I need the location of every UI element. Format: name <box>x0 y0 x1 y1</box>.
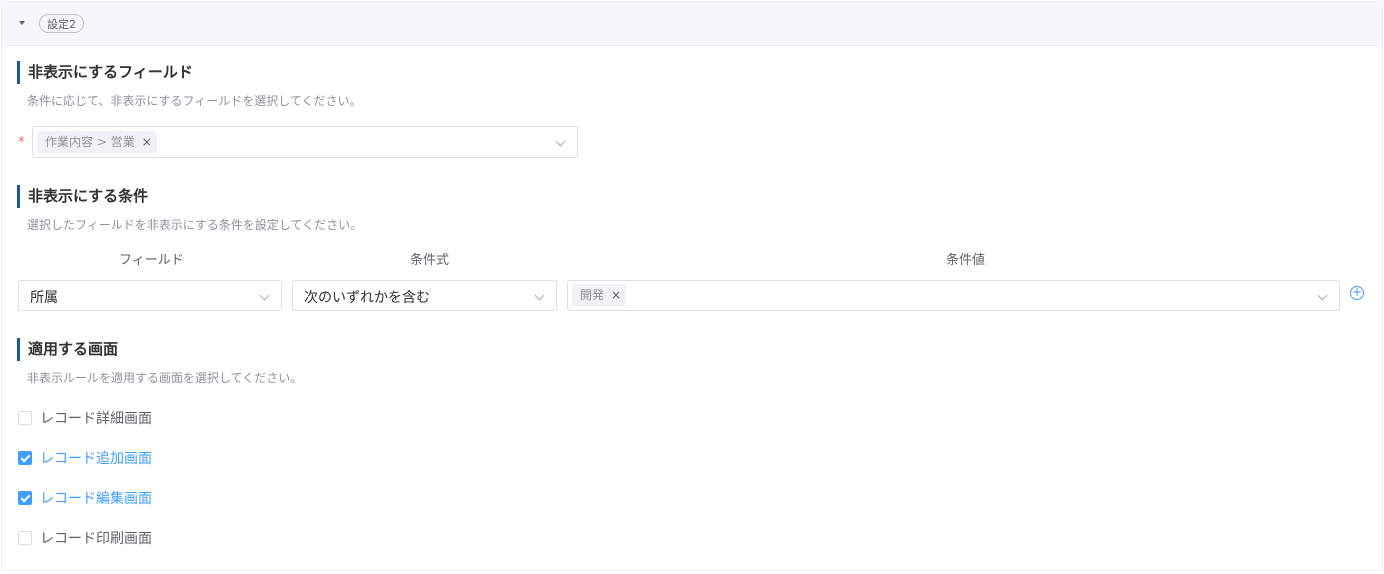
condition-operator-select[interactable]: 次のいずれかを含む <box>292 280 557 311</box>
conditions-title: 非表示にする条件 <box>17 185 148 208</box>
screens-title: 適用する画面 <box>17 338 118 361</box>
checkbox[interactable] <box>18 411 32 425</box>
add-condition-icon[interactable]: + <box>1350 286 1364 300</box>
conditions-description: 選択したフィールドを非表示にする条件を設定してください。 <box>27 218 363 232</box>
condition-operator-value: 次のいずれかを含む <box>304 290 430 306</box>
value-chip: 開発 × <box>572 284 627 306</box>
required-mark: * <box>18 135 25 150</box>
hidden-fields-select[interactable]: 作業内容 > 営業 × <box>32 126 578 158</box>
field-chip-label: 作業内容 > 営業 <box>45 135 135 149</box>
hidden-fields-description: 条件に応じて、非表示にするフィールドを選択してください。 <box>27 94 362 108</box>
checkbox[interactable] <box>18 531 32 545</box>
screens-description: 非表示ルールを適用する画面を選択してください。 <box>27 371 303 385</box>
screen-option-label[interactable]: レコード追加画面 <box>40 448 152 468</box>
column-label-field: フィールド <box>119 253 184 268</box>
chevron-down-icon[interactable] <box>534 290 545 301</box>
condition-value-select[interactable]: 開発 × <box>567 280 1340 311</box>
chip-remove-icon[interactable]: × <box>142 131 152 153</box>
screen-option-print[interactable]: レコード印刷画面 <box>18 528 152 548</box>
screen-option-label[interactable]: レコード編集画面 <box>40 488 152 508</box>
checkbox[interactable] <box>18 491 32 505</box>
checkbox[interactable] <box>18 451 32 465</box>
screen-option-label[interactable]: レコード印刷画面 <box>40 528 152 548</box>
column-label-value: 条件値 <box>946 253 986 268</box>
screen-option-label[interactable]: レコード詳細画面 <box>40 408 152 428</box>
value-chip-label: 開発 <box>580 288 605 302</box>
panel-header[interactable]: 設定2 <box>2 2 1382 46</box>
hidden-fields-title: 非表示にするフィールド <box>17 61 193 84</box>
collapse-caret-icon[interactable] <box>19 21 25 25</box>
chevron-down-icon[interactable] <box>555 136 566 147</box>
screen-option-add[interactable]: レコード追加画面 <box>18 448 152 468</box>
condition-field-select[interactable]: 所属 <box>18 280 282 311</box>
column-label-operator: 条件式 <box>410 253 450 268</box>
field-chip: 作業内容 > 営業 × <box>37 131 157 153</box>
chevron-down-icon[interactable] <box>259 290 270 301</box>
settings-tag: 設定2 <box>39 14 84 33</box>
condition-field-value: 所属 <box>30 290 58 306</box>
screen-option-detail[interactable]: レコード詳細画面 <box>18 408 152 428</box>
chevron-down-icon[interactable] <box>1317 290 1328 301</box>
chip-remove-icon[interactable]: × <box>611 284 621 306</box>
screen-option-edit[interactable]: レコード編集画面 <box>18 488 152 508</box>
